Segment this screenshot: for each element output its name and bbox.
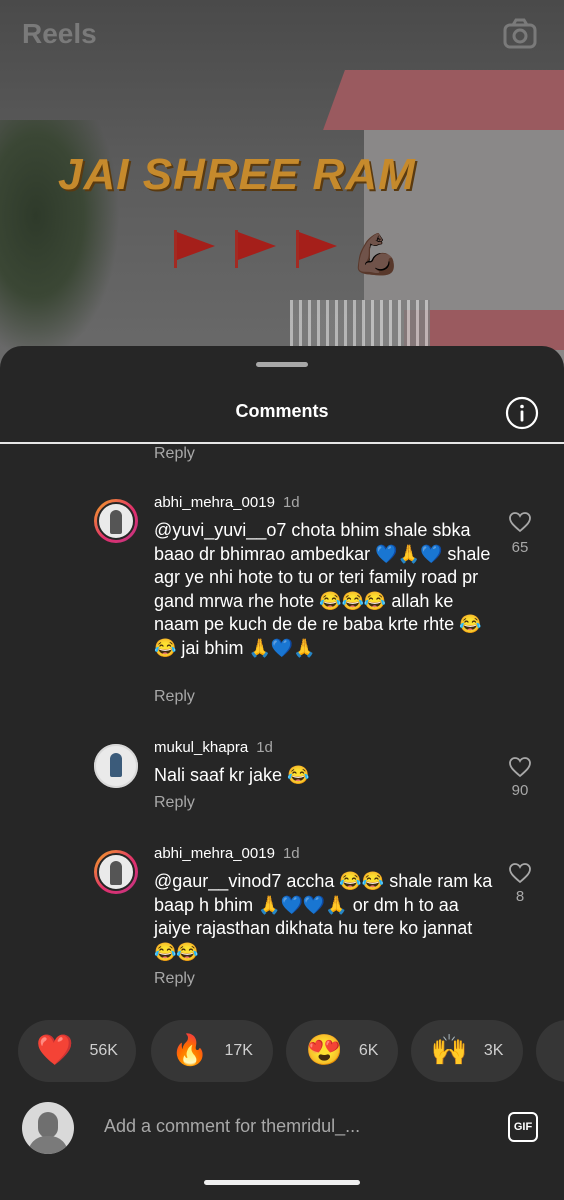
saffron-flag-icon: [290, 228, 338, 268]
comment-username-line: abhi_mehra_0019 1d: [154, 494, 300, 511]
fire-icon: 🔥: [171, 1034, 209, 1067]
comment-username-line: abhi_mehra_0019 1d: [154, 845, 300, 862]
reel-overlay-text: JAI SHREE RAM: [58, 150, 416, 199]
saffron-flag-icon: [168, 228, 216, 268]
heart-eyes-icon: 😍: [305, 1034, 343, 1067]
heart-icon[interactable]: [508, 511, 532, 533]
reels-title: Reels: [22, 18, 97, 49]
heart-icon[interactable]: [508, 756, 532, 778]
comment-username-line: mukul_khapra 1d: [154, 739, 273, 756]
reply-button[interactable]: Reply: [154, 794, 195, 812]
avatar[interactable]: [94, 744, 138, 788]
comment-time: 1d: [282, 494, 300, 511]
gif-button[interactable]: GIF: [508, 1112, 538, 1142]
like-count: 65: [511, 539, 529, 556]
reaction-count: 3K: [483, 1042, 504, 1059]
heart-icon[interactable]: [508, 862, 532, 884]
reel-video[interactable]: Reels JAI SHREE RAM 💪🏿: [0, 0, 564, 380]
comment-username[interactable]: abhi_mehra_0019: [154, 845, 275, 862]
header-divider: [0, 442, 564, 444]
like-count: 8: [515, 888, 525, 905]
reaction-count: 56K: [89, 1042, 118, 1059]
reply-button[interactable]: Reply: [154, 445, 195, 463]
comment-text: @gaur__vinod7 accha 😂😂 shale ram ka baap…: [154, 871, 493, 962]
comment-text: Nali saaf kr jake 😂: [154, 765, 310, 785]
roof-image: [323, 70, 564, 130]
reaction-fire-button[interactable]: 🔥 17K: [151, 1020, 273, 1082]
avatar: [22, 1102, 74, 1154]
comments-sheet: Comments Reply abhi_mehra_0019 1d @yuvi_y…: [0, 346, 564, 1200]
avatar[interactable]: [94, 850, 138, 894]
reply-button[interactable]: Reply: [154, 970, 195, 988]
comment-time: 1d: [282, 845, 300, 862]
reply-button[interactable]: Reply: [154, 688, 195, 706]
sheet-title: Comments: [235, 401, 329, 421]
drag-handle[interactable]: [256, 362, 308, 367]
fence-image: [290, 300, 430, 350]
reaction-heart-button[interactable]: ❤️ 56K: [18, 1020, 136, 1082]
like-count: 90: [511, 782, 529, 799]
camera-icon[interactable]: [502, 16, 538, 52]
raised-hands-icon: 🙌: [430, 1034, 468, 1067]
info-icon[interactable]: [505, 396, 539, 430]
comment-input[interactable]: [104, 1116, 404, 1137]
reaction-raised-hands-button[interactable]: 🙌 3K: [411, 1020, 523, 1082]
flexed-biceps-icon: 💪🏿: [351, 233, 402, 277]
comment-username[interactable]: abhi_mehra_0019: [154, 494, 275, 511]
avatar[interactable]: [94, 499, 138, 543]
reaction-heart-eyes-button[interactable]: 😍 6K: [286, 1020, 398, 1082]
comment-text: @yuvi_yuvi__o7 chota bhim shale sbka baa…: [154, 520, 491, 658]
reaction-count: 17K: [224, 1042, 253, 1059]
red-heart-icon: ❤️: [36, 1034, 74, 1067]
comment-username[interactable]: mukul_khapra: [154, 739, 248, 756]
comment-time: 1d: [256, 739, 273, 756]
reel-flags: 💪🏿: [168, 228, 403, 277]
reaction-more-button[interactable]: [536, 1020, 564, 1082]
reaction-bar: ❤️ 56K 🔥 17K 😍 6K 🙌 3K: [0, 1020, 564, 1082]
home-indicator[interactable]: [204, 1180, 360, 1185]
saffron-flag-icon: [229, 228, 277, 268]
reaction-count: 6K: [358, 1042, 379, 1059]
